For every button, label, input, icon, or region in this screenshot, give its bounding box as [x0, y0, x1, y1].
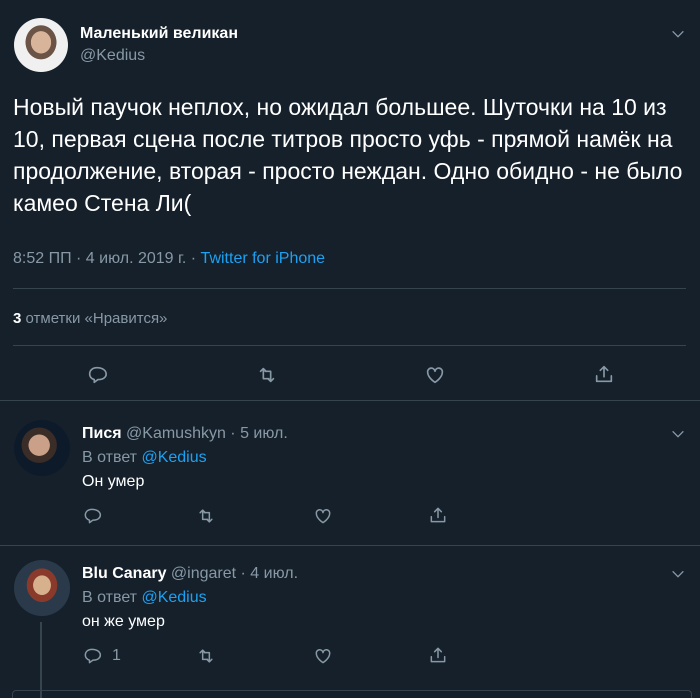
like-button[interactable]	[313, 506, 333, 526]
retweet-button[interactable]	[256, 364, 278, 386]
reply-button[interactable]	[82, 506, 112, 526]
retweet-icon	[259, 367, 275, 383]
share-button[interactable]	[428, 505, 448, 525]
reply-button[interactable]: 1	[82, 646, 121, 666]
share-button[interactable]	[593, 363, 615, 385]
reply-icon	[84, 508, 102, 524]
likes-label: отметки «Нравится»	[21, 310, 168, 327]
author-name[interactable]: Маленький великан	[80, 25, 238, 43]
reply-header: Пися @Kamushkyn · 5 июл.	[82, 425, 288, 443]
reply-to-label: В ответ	[82, 589, 142, 606]
divider	[13, 345, 686, 346]
reply-author-name[interactable]: Blu Canary	[82, 565, 166, 582]
reply-header: Blu Canary @ingaret · 4 июл.	[82, 565, 298, 583]
reply-author-name[interactable]: Пися	[82, 425, 122, 442]
reply-text: он же умер	[82, 613, 165, 630]
reply-to-mention[interactable]: @Kedius	[141, 449, 206, 466]
author-avatar[interactable]	[14, 18, 68, 72]
main-tweet: Маленький великан @Kedius Новый паучок н…	[0, 0, 700, 398]
reply-handle-date[interactable]: @ingaret · 4 июл.	[166, 565, 298, 582]
tweet-time[interactable]: 8:52 ПП · 4 июл. 2019 г. ·	[13, 250, 201, 267]
divider	[13, 288, 686, 289]
thread-line	[40, 622, 42, 698]
tweet-source[interactable]: Twitter for iPhone	[201, 250, 326, 267]
retweet-icon	[199, 509, 213, 523]
reply-avatar[interactable]	[14, 420, 70, 476]
reply-text: Он умер	[82, 473, 145, 490]
like-icon	[315, 508, 331, 524]
like-icon	[426, 367, 444, 384]
author-handle[interactable]: @Kedius	[80, 47, 145, 65]
chevron-down-icon[interactable]	[670, 426, 686, 442]
share-button[interactable]	[428, 645, 448, 665]
reply-to: В ответ @Kedius	[82, 589, 207, 607]
retweet-icon	[199, 649, 213, 663]
reply-to: В ответ @Kedius	[82, 449, 207, 467]
share-icon	[430, 507, 446, 523]
next-item-box	[12, 690, 692, 698]
reply-handle-date[interactable]: @Kamushkyn · 5 июл.	[122, 425, 288, 442]
share-icon	[595, 365, 613, 383]
reply-icon	[88, 366, 107, 384]
separator	[0, 400, 700, 401]
like-button[interactable]	[424, 364, 446, 386]
share-icon	[430, 647, 446, 663]
tweet-meta: 8:52 ПП · 4 июл. 2019 г. · Twitter for i…	[13, 250, 325, 268]
chevron-down-icon[interactable]	[670, 26, 686, 42]
retweet-button[interactable]	[196, 646, 216, 666]
likes-summary[interactable]: 3 отметки «Нравится»	[13, 310, 167, 327]
reply-to-mention[interactable]: @Kedius	[141, 589, 206, 606]
reply-to-label: В ответ	[82, 449, 142, 466]
reply-avatar[interactable]	[14, 560, 70, 616]
retweet-button[interactable]	[196, 506, 216, 526]
chevron-down-icon[interactable]	[670, 566, 686, 582]
separator	[0, 545, 700, 546]
reply-count: 1	[112, 647, 121, 664]
reply-button[interactable]	[86, 364, 108, 386]
like-icon	[315, 648, 331, 664]
tweet-text: Новый паучок неплох, но ожидал большее. …	[13, 94, 683, 216]
reply-icon	[84, 648, 102, 664]
like-button[interactable]	[313, 646, 333, 666]
